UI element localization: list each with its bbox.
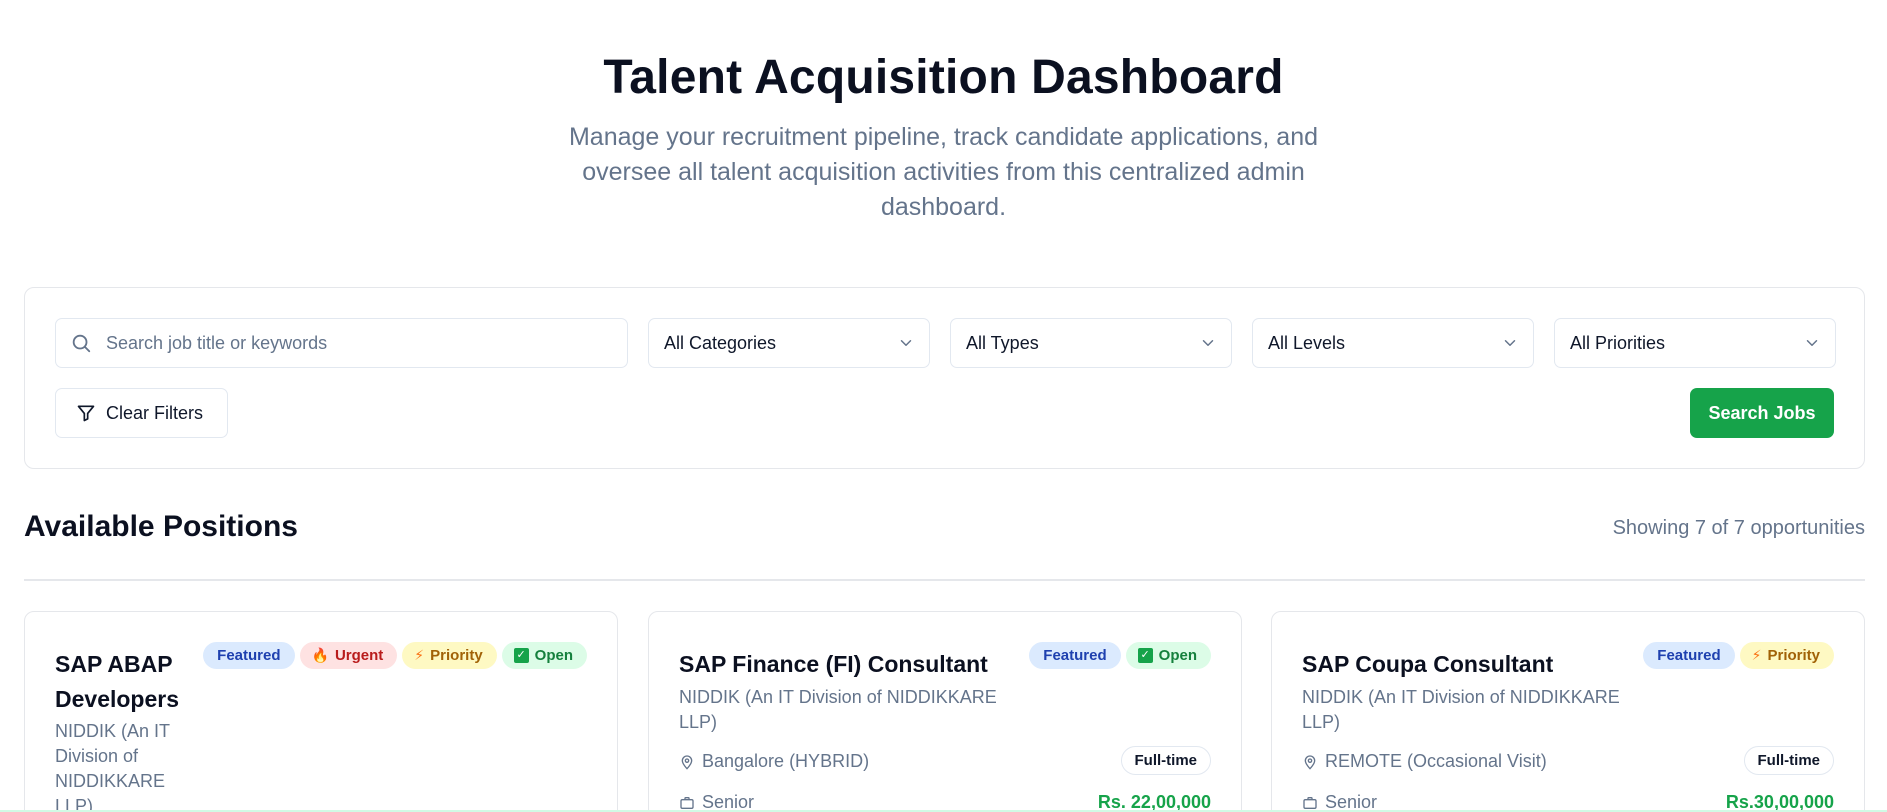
job-title: SAP Coupa Consultant bbox=[1302, 651, 1554, 677]
filter-icon bbox=[77, 405, 95, 422]
job-company: NIDDIK (An IT Division of NIDDIKKARE LLP… bbox=[1302, 687, 1620, 732]
job-badges: Featured 🔥 Urgent ⚡ Priority ✓ Open bbox=[203, 642, 587, 669]
featured-badge: Featured bbox=[1643, 642, 1735, 669]
job-level: Senior bbox=[679, 792, 754, 812]
job-location: Bangalore (HYBRID) bbox=[679, 751, 869, 772]
page-subtitle: Manage your recruitment pipeline, track … bbox=[568, 123, 1319, 221]
level-select-value: All Levels bbox=[1268, 332, 1346, 353]
map-pin-icon bbox=[1304, 754, 1316, 770]
map-pin-icon bbox=[681, 754, 693, 770]
job-salary: Rs.30,00,000 bbox=[1725, 792, 1834, 812]
priority-badge-label: Priority bbox=[430, 647, 483, 664]
search-jobs-button[interactable]: Search Jobs bbox=[1690, 388, 1834, 438]
chevron-down-icon bbox=[1806, 340, 1818, 346]
job-type-badge: Full-time bbox=[1743, 746, 1834, 775]
open-badge-label: Open bbox=[1158, 647, 1197, 664]
clear-filters-button[interactable]: Clear Filters bbox=[55, 388, 228, 438]
level-select[interactable]: All Levels bbox=[1252, 318, 1534, 368]
open-badge: ✓ Open bbox=[1125, 642, 1211, 669]
positions-heading: Available Positions bbox=[24, 510, 298, 543]
job-type-badge: Full-time bbox=[1120, 746, 1211, 775]
urgent-badge: 🔥 Urgent bbox=[299, 642, 398, 669]
job-location: REMOTE (Occasional Visit) bbox=[1302, 751, 1547, 772]
type-select-value: All Types bbox=[966, 332, 1039, 353]
chevron-down-icon bbox=[1504, 340, 1516, 346]
job-badges: Featured ✓ Open bbox=[1029, 642, 1211, 669]
job-badges: Featured ⚡ Priority bbox=[1643, 642, 1834, 669]
lightning-icon: ⚡ bbox=[1751, 647, 1762, 663]
check-icon: ✓ bbox=[513, 648, 529, 663]
job-level-text: Senior bbox=[702, 792, 755, 812]
featured-badge: Featured bbox=[203, 642, 295, 669]
clear-filters-label: Clear Filters bbox=[106, 402, 204, 423]
search-icon bbox=[72, 334, 91, 353]
flame-icon: 🔥 bbox=[311, 647, 329, 663]
job-level-text: Senior bbox=[1325, 792, 1378, 812]
priority-badge-label: Priority bbox=[1767, 647, 1820, 664]
priority-badge: ⚡ Priority bbox=[1739, 642, 1834, 669]
job-company: NIDDIK (An IT Division of NIDDIKKARE LLP… bbox=[679, 687, 997, 732]
chevron-down-icon bbox=[900, 340, 912, 346]
priority-badge: ⚡ Priority bbox=[402, 642, 497, 669]
job-card[interactable]: SAP Finance (FI) Consultant NIDDIK (An I… bbox=[648, 611, 1242, 812]
open-badge-label: Open bbox=[534, 647, 573, 664]
job-location-text: REMOTE (Occasional Visit) bbox=[1325, 751, 1547, 771]
filter-panel: Search job title or keywords All Categor… bbox=[24, 287, 1865, 469]
check-icon: ✓ bbox=[1137, 648, 1153, 663]
lightning-icon: ⚡ bbox=[414, 647, 425, 663]
results-count: Showing 7 of 7 opportunities bbox=[1612, 517, 1865, 539]
section-divider bbox=[24, 579, 1865, 581]
job-title: SAP Finance (FI) Consultant bbox=[679, 651, 988, 677]
job-level: Senior bbox=[1302, 792, 1377, 812]
job-company: NIDDIK (An IT Division of NIDDIKKARE LLP… bbox=[55, 721, 170, 812]
job-salary: Rs. 22,00,000 bbox=[1097, 792, 1211, 812]
page-title: Talent Acquisition Dashboard bbox=[603, 51, 1284, 104]
search-placeholder: Search job title or keywords bbox=[106, 332, 328, 353]
priority-select-value: All Priorities bbox=[1570, 332, 1666, 353]
briefcase-icon bbox=[1303, 796, 1317, 809]
priority-select[interactable]: All Priorities bbox=[1554, 318, 1836, 368]
briefcase-icon bbox=[680, 796, 694, 809]
category-select-value: All Categories bbox=[664, 332, 777, 353]
chevron-down-icon bbox=[1202, 340, 1214, 346]
page-header: Talent Acquisition Dashboard Manage your… bbox=[0, 0, 1887, 225]
job-location-text: Bangalore (HYBRID) bbox=[702, 751, 870, 771]
positions-header: Available Positions Showing 7 of 7 oppor… bbox=[24, 510, 1865, 550]
open-badge: ✓ Open bbox=[501, 642, 587, 669]
search-input[interactable]: Search job title or keywords bbox=[55, 318, 628, 368]
featured-badge: Featured bbox=[1029, 642, 1121, 669]
urgent-badge-label: Urgent bbox=[334, 647, 384, 664]
job-card[interactable]: SAP Coupa Consultant NIDDIK (An IT Divis… bbox=[1271, 611, 1865, 812]
category-select[interactable]: All Categories bbox=[648, 318, 930, 368]
job-card[interactable]: SAP ABAP Developers NIDDIK (An IT Divisi… bbox=[24, 611, 618, 812]
type-select[interactable]: All Types bbox=[950, 318, 1232, 368]
job-title: SAP ABAP Developers bbox=[55, 651, 180, 712]
